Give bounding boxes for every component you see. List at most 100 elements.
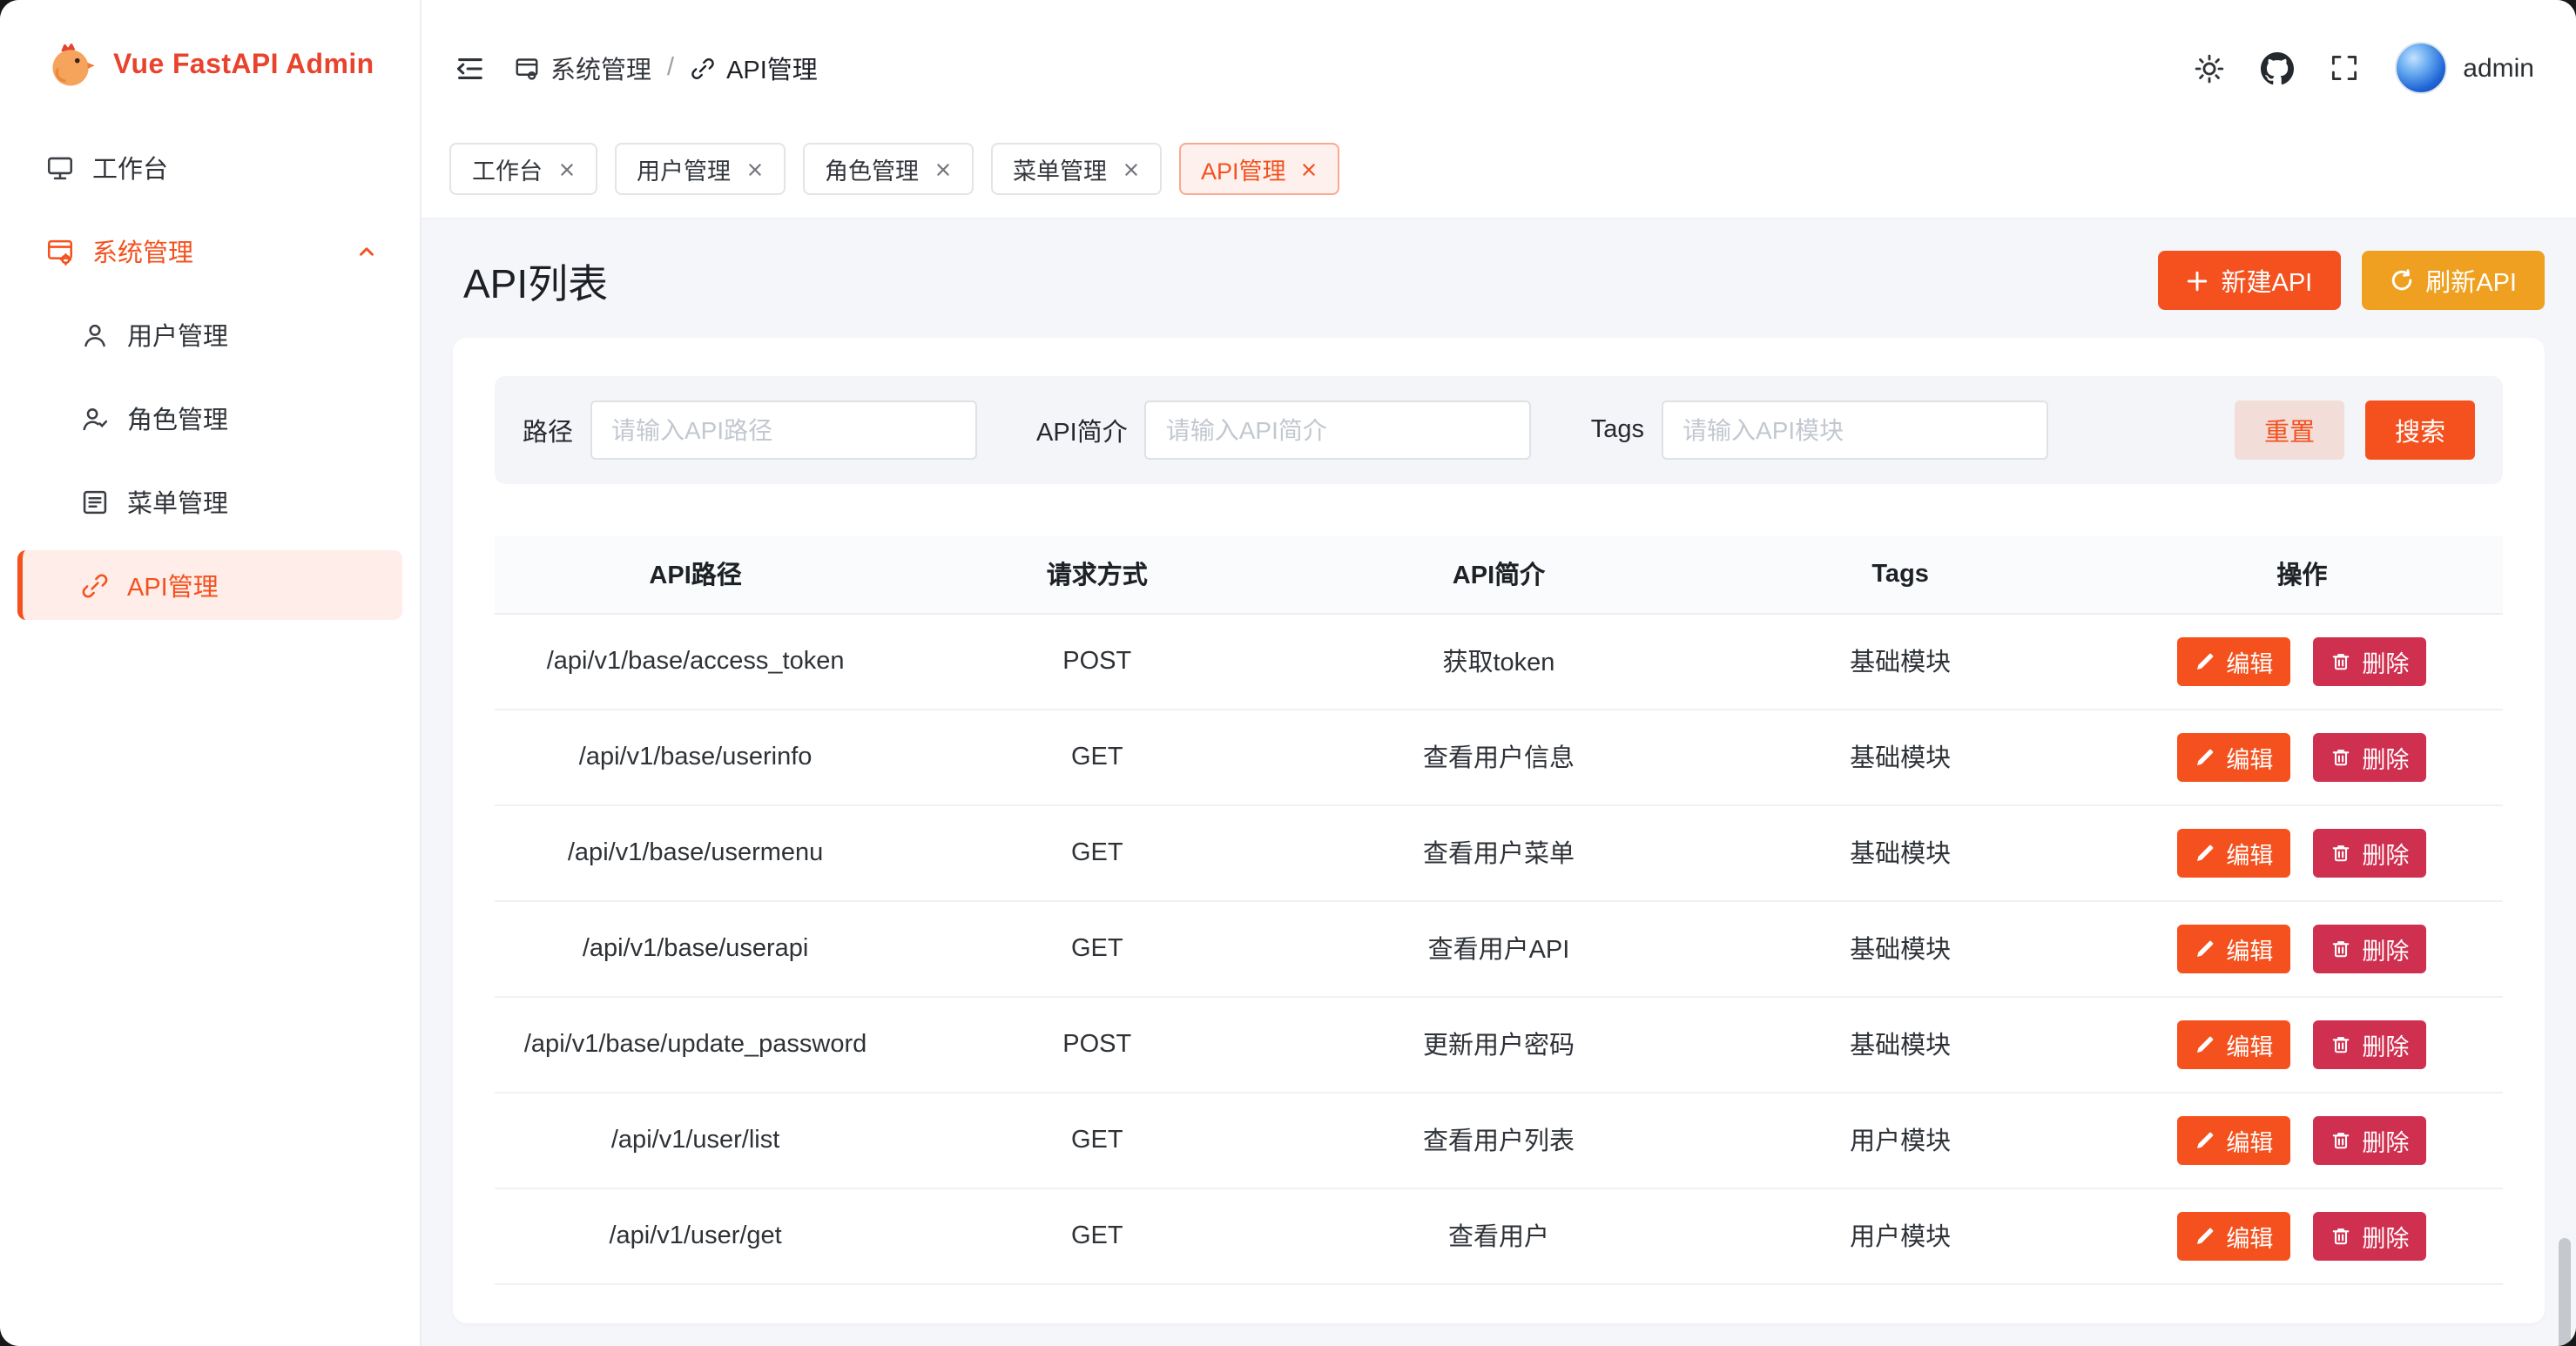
api-tags-cell: 基础模块 (1700, 900, 2101, 996)
delete-button[interactable]: 删除 (2313, 1020, 2426, 1068)
tab-label: 工作台 (472, 151, 543, 186)
tab-roles[interactable]: 角色管理 (802, 143, 973, 195)
table-row: /api/v1/user/get GET 查看用户 用户模块 编辑 (495, 1188, 2503, 1283)
trash-icon (2330, 1225, 2351, 1246)
tab-api[interactable]: API管理 (1178, 143, 1340, 195)
api-summary-cell: 查看用户 (1298, 1188, 1699, 1283)
tab-close-icon[interactable] (1302, 161, 1318, 177)
github-icon[interactable] (2261, 51, 2294, 84)
scrollbar-thumb[interactable] (2559, 1238, 2571, 1346)
edit-button[interactable]: 编辑 (2177, 1115, 2290, 1164)
summary-filter-label: API简介 (1036, 412, 1128, 448)
trash-icon (2330, 1129, 2351, 1150)
user-menu[interactable]: admin (2395, 42, 2534, 94)
delete-button[interactable]: 删除 (2313, 732, 2426, 781)
column-header-path: API路径 (495, 536, 896, 613)
table-row: /api/v1/base/userapi GET 查看用户API 基础模块 编辑 (495, 900, 2503, 996)
username: admin (2463, 53, 2534, 83)
path-filter-label: 路径 (523, 412, 573, 448)
api-path-cell: /api/v1/base/update_password (495, 996, 896, 1092)
api-table-head: API路径 请求方式 API简介 Tags 操作 (495, 536, 2503, 613)
breadcrumb: 系统管理 / API管理 (514, 50, 818, 86)
api-actions-cell: 编辑 删除 (2101, 996, 2503, 1092)
refresh-api-button[interactable]: 刷新API (2361, 251, 2545, 310)
plus-icon (2187, 269, 2209, 292)
sidebar-item-api[interactable]: API管理 (17, 550, 402, 620)
search-button[interactable]: 搜索 (2365, 400, 2475, 460)
table-row: /api/v1/base/update_password POST 更新用户密码… (495, 996, 2503, 1092)
tab-label: 用户管理 (637, 151, 731, 186)
system-icon (514, 55, 540, 81)
edit-button-label: 编辑 (2226, 1218, 2273, 1253)
api-method-cell: GET (896, 804, 1298, 900)
edit-button[interactable]: 编辑 (2177, 732, 2290, 781)
api-actions-cell: 编辑 删除 (2101, 1188, 2503, 1283)
edit-button[interactable]: 编辑 (2177, 1211, 2290, 1260)
delete-button[interactable]: 删除 (2313, 1211, 2426, 1260)
role-icon (80, 403, 110, 433)
edit-button[interactable]: 编辑 (2177, 924, 2290, 972)
sidebar-item-label: API管理 (127, 567, 219, 603)
api-path-cell: /api/v1/base/userinfo (495, 709, 896, 804)
column-header-summary: API简介 (1298, 536, 1699, 613)
api-summary-cell: 查看用户API (1298, 900, 1699, 996)
sidebar-item-users[interactable]: 用户管理 (17, 299, 402, 369)
summary-filter-input[interactable] (1145, 400, 1532, 460)
edit-button-label: 编辑 (2226, 739, 2273, 774)
theme-toggle-sun-icon[interactable] (2193, 51, 2226, 84)
reset-button[interactable]: 重置 (2235, 400, 2344, 460)
edit-button[interactable]: 编辑 (2177, 636, 2290, 685)
tab-users[interactable]: 用户管理 (614, 143, 785, 195)
delete-button[interactable]: 删除 (2313, 1115, 2426, 1164)
tab-menus[interactable]: 菜单管理 (990, 143, 1161, 195)
fullscreen-icon[interactable] (2329, 52, 2360, 84)
api-tags-cell: 基础模块 (1700, 709, 2101, 804)
tags-filter-input[interactable] (1662, 400, 2048, 460)
sidebar-item-workbench[interactable]: 工作台 (17, 132, 402, 202)
delete-button-label: 删除 (2362, 643, 2409, 678)
api-summary-cell: 获取token (1298, 613, 1699, 709)
api-list-card: 路径 API简介 Tags 重置 搜索 API路径 (453, 338, 2545, 1322)
edit-button[interactable]: 编辑 (2177, 1020, 2290, 1068)
table-row: /api/v1/user/list GET 查看用户列表 用户模块 编辑 (495, 1092, 2503, 1188)
tab-close-icon[interactable] (746, 161, 762, 177)
topbar: 系统管理 / API管理 (421, 0, 2576, 136)
logo[interactable]: Vue FastAPI Admin (17, 0, 402, 132)
api-method-cell: POST (896, 996, 1298, 1092)
user-icon (80, 320, 110, 349)
api-path-cell: /api/v1/base/userapi (495, 900, 896, 996)
delete-button[interactable]: 删除 (2313, 828, 2426, 877)
breadcrumb-label: API管理 (726, 50, 818, 86)
sidebar-item-label: 用户管理 (127, 316, 228, 353)
sidebar-item-label: 系统管理 (92, 232, 193, 269)
api-actions-cell: 编辑 删除 (2101, 709, 2503, 804)
tabs-bar: 工作台 用户管理 角色管理 菜单管理 (421, 136, 2576, 219)
tab-workbench[interactable]: 工作台 (449, 143, 597, 195)
pencil-icon (2195, 746, 2215, 767)
path-filter-input[interactable] (590, 400, 977, 460)
api-path-cell: /api/v1/user/list (495, 1092, 896, 1188)
tab-close-icon[interactable] (934, 161, 950, 177)
workbench-icon (45, 152, 75, 182)
delete-button[interactable]: 删除 (2313, 924, 2426, 972)
sidebar-item-system[interactable]: 系统管理 (17, 216, 402, 286)
tab-close-icon[interactable] (558, 161, 574, 177)
api-summary-cell: 查看用户菜单 (1298, 804, 1699, 900)
sidebar-item-roles[interactable]: 角色管理 (17, 383, 402, 453)
collapse-sidebar-icon[interactable] (453, 51, 486, 84)
breadcrumb-item-system[interactable]: 系统管理 (514, 50, 651, 86)
sidebar-menu: 工作台 系统管理 (17, 132, 402, 620)
column-header-tags: Tags (1700, 536, 2101, 613)
api-method-cell: GET (896, 900, 1298, 996)
tab-close-icon[interactable] (1123, 161, 1138, 177)
api-actions-cell: 编辑 删除 (2101, 900, 2503, 996)
sidebar-item-menus[interactable]: 菜单管理 (17, 467, 402, 536)
edit-button[interactable]: 编辑 (2177, 828, 2290, 877)
refresh-icon (2389, 268, 2413, 293)
delete-button[interactable]: 删除 (2313, 636, 2426, 685)
table-row: /api/v1/base/access_token POST 获取token 基… (495, 613, 2503, 709)
system-icon (45, 236, 75, 266)
breadcrumb-item-api[interactable]: API管理 (690, 50, 818, 86)
api-tags-cell: 基础模块 (1700, 804, 2101, 900)
create-api-button[interactable]: 新建API (2159, 251, 2341, 310)
